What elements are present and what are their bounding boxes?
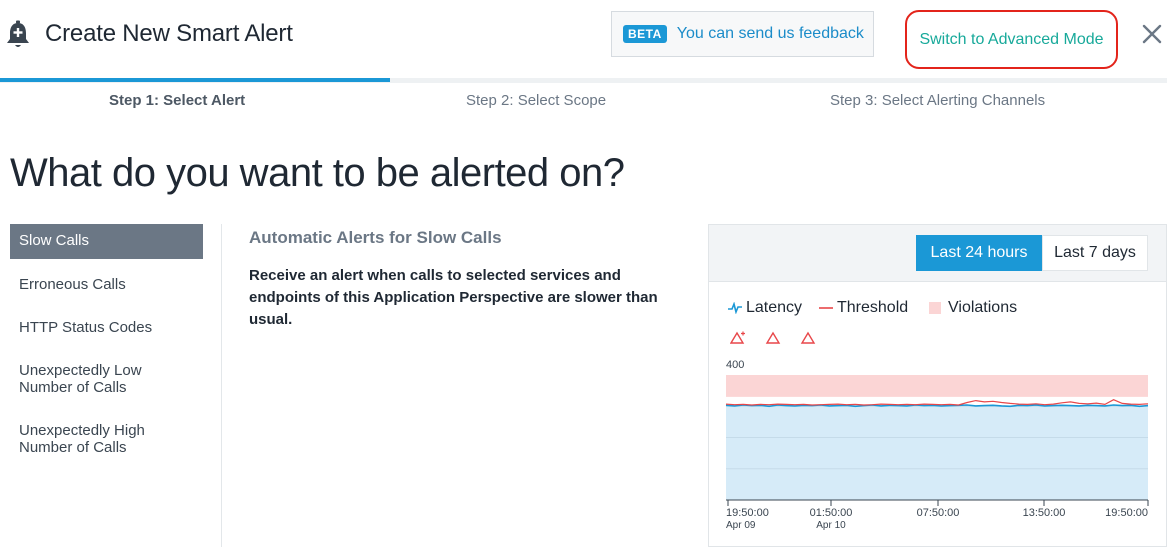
sidebar-item-slow-calls[interactable]: Slow Calls [10, 224, 203, 259]
warning-icon[interactable] [765, 331, 781, 345]
header: Create New Smart Alert BETA You can send… [0, 0, 1175, 80]
feedback-button[interactable]: BETA You can send us feedback [611, 11, 874, 57]
sidebar-item-unexpectedly-low-calls[interactable]: Unexpectedly Low Number of Calls [10, 354, 170, 404]
legend-latency: Latency [728, 299, 802, 317]
x-tick-label: 07:50:00 [917, 507, 960, 519]
legend-threshold: Threshold [819, 299, 908, 317]
x-tick-label: 01:50:00 [810, 507, 853, 519]
warning-icon[interactable] [800, 331, 816, 345]
bell-add-icon [7, 20, 29, 47]
step-3-tab[interactable]: Step 3: Select Alerting Channels [830, 92, 1045, 109]
latency-series-line [725, 404, 1149, 408]
detail-description: Receive an alert when calls to selected … [249, 267, 658, 328]
close-icon[interactable] [1140, 22, 1164, 46]
sidebar-item-unexpectedly-high-calls[interactable]: Unexpectedly High Number of Calls [10, 414, 170, 464]
last-24-hours-button[interactable]: Last 24 hours [916, 235, 1042, 271]
switch-advanced-mode-button[interactable]: Switch to Advanced Mode [905, 10, 1118, 69]
threshold-line-icon [819, 307, 833, 309]
last-7-days-button[interactable]: Last 7 days [1042, 235, 1148, 271]
legend-violations: Violations [929, 299, 1017, 317]
latency-line-icon [728, 302, 742, 314]
step-2-tab[interactable]: Step 2: Select Scope [466, 92, 606, 109]
advanced-mode-label[interactable]: Switch to Advanced Mode [919, 31, 1103, 49]
x-tick-label: 13:50:00 [1023, 507, 1066, 519]
violations-swatch [929, 302, 941, 314]
legend-latency-label: Latency [746, 299, 803, 316]
feedback-link-text[interactable]: You can send us feedback [677, 25, 864, 43]
warning-add-icon[interactable] [730, 331, 746, 345]
time-range-bar: Last 24 hours Last 7 days [709, 225, 1166, 282]
preview-chart-panel: Last 24 hours Last 7 days Latency Thresh… [708, 224, 1167, 547]
detail-title: Automatic Alerts for Slow Calls [249, 228, 502, 247]
sidebar-item-erroneous-calls[interactable]: Erroneous Calls [10, 268, 203, 301]
page-title: Create New Smart Alert [45, 20, 293, 47]
violations-band [726, 375, 1148, 397]
legend-violations-label: Violations [948, 299, 1018, 316]
latency-chart: 19:50:00Apr 0901:50:00Apr 1007:50:00 13:5… [725, 375, 1149, 531]
x-tick-label: 19:50:00 [726, 507, 769, 519]
steps-progress-active [0, 78, 390, 82]
x-tick-date-label: Apr 10 [816, 520, 846, 531]
alert-type-list: Slow Calls Erroneous Calls HTTP Status C… [10, 224, 203, 464]
step-1-tab[interactable]: Step 1: Select Alert [109, 92, 245, 109]
question-heading: What do you want to be alerted on? [10, 151, 625, 195]
beta-badge: BETA [623, 25, 667, 43]
x-tick-date-label: Apr 09 [726, 520, 756, 531]
divider [221, 224, 222, 547]
threshold-series-line [725, 399, 1149, 406]
x-tick-label: 19:50:00 [1105, 507, 1148, 519]
latency-area [726, 405, 1148, 500]
sidebar-item-http-status-codes[interactable]: HTTP Status Codes [10, 311, 203, 344]
legend-threshold-label: Threshold [837, 299, 909, 316]
